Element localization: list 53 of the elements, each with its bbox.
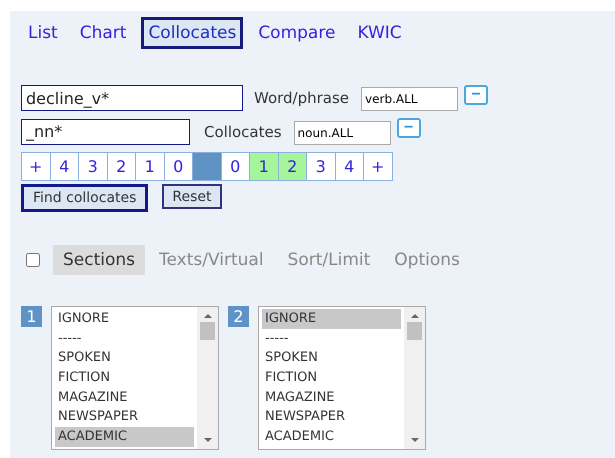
list-item[interactable]: SPOKEN — [55, 348, 194, 368]
tab[interactable]: Collocates — [141, 17, 244, 49]
span-cell[interactable]: 1 — [249, 152, 278, 181]
list-item[interactable]: MAGAZINE — [55, 388, 194, 408]
scrollbar[interactable] — [404, 307, 425, 449]
number-badge: 1 — [21, 306, 42, 327]
span-cell[interactable]: + — [21, 152, 50, 181]
field-label: Word/phrase — [254, 89, 350, 107]
tab[interactable]: KWIC — [350, 17, 409, 49]
scroll-up-icon[interactable] — [204, 314, 212, 318]
list-item[interactable]: IGNORE — [55, 309, 194, 329]
list-item[interactable]: NEWSPAPER — [55, 407, 194, 428]
span-cell[interactable]: 3 — [78, 152, 108, 181]
span-cell[interactable]: 4 — [334, 152, 364, 181]
list-item[interactable]: MAGAZINE — [262, 388, 401, 408]
scroll-thumb[interactable] — [200, 322, 215, 340]
checkbox[interactable] — [26, 253, 40, 267]
search-field[interactable]: decline_v* — [21, 85, 243, 111]
list-item[interactable]: FICTION — [55, 368, 194, 388]
scrollbar[interactable] — [197, 307, 218, 449]
span-cell[interactable]: 3 — [306, 152, 336, 181]
list-box[interactable]: IGNORE ----- SPOKEN FICTION MAGAZINE NEWSPAPER ACADEMIC — [51, 306, 219, 450]
pos-field[interactable]: verb.ALL — [361, 87, 458, 111]
scroll-down-icon[interactable] — [410, 438, 418, 442]
span-cell[interactable]: 4 — [50, 152, 79, 181]
list-item[interactable]: ACADEMIC — [262, 427, 401, 447]
span-cell[interactable]: 2 — [106, 152, 136, 181]
list-item[interactable]: NEWSPAPER — [262, 407, 401, 428]
scroll-thumb[interactable] — [407, 322, 422, 340]
list-item[interactable]: ----- — [262, 328, 401, 348]
find-button[interactable]: Find collocates — [21, 184, 148, 212]
span-cell[interactable]: 1 — [135, 152, 164, 181]
tab[interactable]: Sections — [53, 245, 146, 275]
list-item[interactable]: ----- — [55, 328, 194, 348]
scroll-down-icon[interactable] — [204, 438, 212, 442]
search-field[interactable]: _nn* — [21, 118, 190, 144]
field-label: Collocates — [204, 122, 282, 140]
list-item[interactable]: SPOKEN — [262, 348, 401, 368]
scroll-up-icon[interactable] — [410, 314, 418, 318]
tab[interactable]: List — [21, 17, 65, 49]
list-item[interactable]: ACADEMIC — [55, 427, 194, 447]
span-cell[interactable]: 0 — [164, 152, 193, 181]
tab[interactable]: Chart — [72, 17, 134, 49]
number-badge: 2 — [228, 306, 249, 327]
list-item[interactable]: FICTION — [262, 368, 401, 388]
pos-field[interactable]: noun.ALL — [294, 120, 391, 144]
span-cell[interactable]: + — [363, 152, 392, 181]
span-cell[interactable]: 0 — [220, 152, 250, 181]
list-box[interactable]: IGNORE ----- SPOKEN FICTION MAGAZINE NEWSPAPER ACADEMIC — [258, 306, 426, 450]
tab[interactable]: Compare — [251, 17, 342, 49]
span-cell[interactable]: 2 — [278, 152, 307, 181]
list-item[interactable]: IGNORE — [262, 309, 401, 329]
reset-button[interactable]: Reset — [162, 184, 222, 209]
